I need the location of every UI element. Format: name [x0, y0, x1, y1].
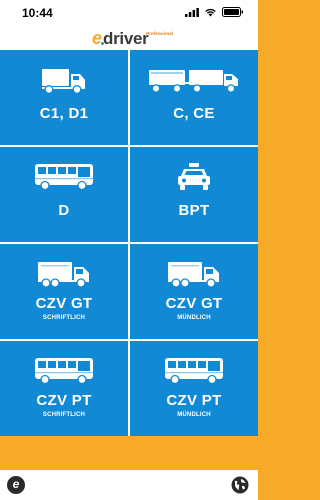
status-icons: [185, 7, 244, 17]
truck-icon: [38, 262, 89, 288]
tile-title: CZV GT: [165, 295, 223, 312]
tile-czv-pt-muendlich[interactable]: CZV PT MÜNDLICH: [130, 341, 258, 436]
tile-c1-d1[interactable]: C1, D1: [0, 50, 128, 145]
tile-czv-gt-schriftlich[interactable]: CZV GT SCHRIFTLICH: [0, 244, 128, 339]
small-truck-icon: [42, 69, 85, 94]
logo-driver: driver: [103, 29, 149, 48]
tile-title: CZV PT: [36, 392, 92, 409]
tile-subtitle: SCHRIFTLICH: [42, 315, 86, 321]
bus-icon: [165, 358, 223, 385]
tile-czv-gt-muendlich[interactable]: CZV GT MÜNDLICH: [130, 244, 258, 339]
status-time: 10:44: [22, 6, 53, 20]
status-bar: 10:44: [0, 0, 258, 26]
tile-subtitle: SCHRIFTLICH: [42, 412, 86, 418]
tile-title: C1, D1: [39, 105, 89, 122]
category-grid: C1, D1 C, CE D BPT CZV GT SCHRIFTLICH CZ…: [0, 50, 258, 436]
tile-czv-pt-schriftlich[interactable]: CZV PT SCHRIFTLICH: [0, 341, 128, 436]
signal-icon: [185, 7, 199, 17]
logo-professional-tag: Professional: [146, 31, 174, 36]
globe-icon[interactable]: [231, 476, 249, 494]
truck-trailer-icon: [149, 70, 238, 93]
tile-subtitle: MÜNDLICH: [177, 315, 211, 321]
tile-title: CZV GT: [35, 295, 93, 312]
bus-icon: [35, 358, 93, 385]
tile-title: BPT: [178, 202, 210, 219]
app-header: e driver Professional: [0, 26, 258, 50]
tile-d[interactable]: D: [0, 147, 128, 242]
bottom-bar: e: [0, 470, 258, 500]
logo-e: e: [92, 28, 103, 48]
bus-icon: [35, 164, 93, 191]
tile-title: C, CE: [173, 105, 215, 122]
tile-c-ce[interactable]: C, CE: [130, 50, 258, 145]
tile-title: D: [58, 202, 70, 219]
edriver-logo: e driver Professional: [92, 28, 174, 48]
app-badge-button[interactable]: e: [7, 476, 25, 494]
truck-icon: [168, 262, 219, 288]
battery-icon: [222, 7, 243, 17]
wifi-icon: [205, 8, 216, 17]
tile-bpt[interactable]: BPT: [130, 147, 258, 242]
taxi-icon: [178, 163, 210, 190]
tile-title: CZV PT: [166, 392, 222, 409]
tile-subtitle: MÜNDLICH: [177, 412, 211, 418]
